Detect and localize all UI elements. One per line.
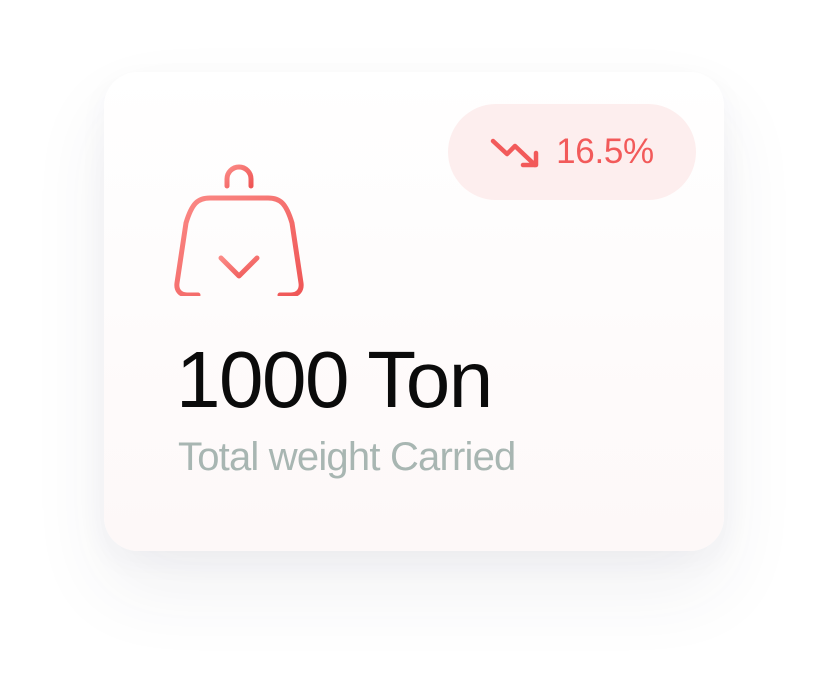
shopping-bag-download-icon	[174, 164, 304, 298]
stat-card: 16.5% 1000 Ton Total weight Carried	[104, 72, 724, 551]
metric-value: 1000 Ton	[176, 335, 493, 424]
trending-down-icon	[490, 134, 542, 170]
stage: 16.5% 1000 Ton Total weight Carried	[0, 0, 820, 688]
metric-label: Total weight Carried	[178, 435, 516, 479]
trend-badge: 16.5%	[448, 104, 696, 200]
trend-percentage: 16.5%	[556, 132, 654, 171]
